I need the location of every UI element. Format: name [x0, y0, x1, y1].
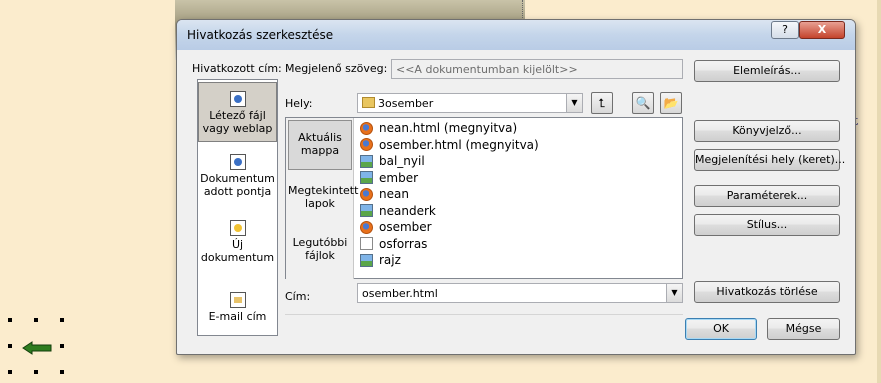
list-item[interactable]: osember: [360, 219, 680, 236]
look-in-combo[interactable]: 3osember ▼: [357, 93, 583, 113]
target-frame-button[interactable]: Megjelenítési hely (keret)...: [694, 149, 845, 171]
remove-link-button[interactable]: Hivatkozás törlése: [694, 281, 840, 303]
image-file-icon: [360, 204, 373, 218]
display-text-label: Megjelenő szöveg:: [285, 62, 388, 75]
browsed-pages-tab[interactable]: Megtekintett lapok: [288, 184, 358, 214]
list-item[interactable]: bal_nyil: [360, 153, 680, 170]
display-text-field[interactable]: <<A dokumentumban kijelölt>>: [391, 59, 683, 79]
link-type-place-in-document[interactable]: Dokumentum adott pontja: [198, 154, 277, 210]
list-item[interactable]: osember.html (megnyitva): [360, 137, 680, 154]
link-to-label: Hivatkozott cím:: [192, 62, 282, 75]
dialog-title: Hivatkozás szerkesztése: [187, 28, 334, 42]
firefox-file-icon: [360, 187, 373, 201]
new-document-icon: [229, 220, 246, 236]
link-type-label: Új dokumentum: [200, 238, 275, 264]
link-type-label: E-mail cím: [208, 310, 267, 323]
image-file-icon: [360, 253, 373, 267]
style-button[interactable]: Stílus...: [694, 214, 840, 236]
email-icon: [229, 292, 246, 308]
bookmark-button[interactable]: Könyvjelző...: [694, 120, 840, 142]
folder-icon: [362, 97, 375, 108]
current-folder-tab[interactable]: Aktuális mappa: [288, 120, 352, 170]
link-type-new-document[interactable]: Új dokumentum: [198, 220, 277, 276]
document-file-icon: [360, 237, 373, 251]
window-edge: [877, 0, 881, 383]
chevron-down-icon[interactable]: ▼: [566, 94, 582, 112]
ok-button[interactable]: OK: [685, 318, 757, 340]
firefox-file-icon: [360, 138, 373, 152]
parameters-button[interactable]: Paraméterek...: [694, 185, 840, 207]
screentip-button[interactable]: Elemleírás...: [694, 60, 840, 82]
document-place-icon: [229, 154, 246, 170]
link-type-bar: Létező fájl vagy weblap Dokumentum adott…: [197, 79, 278, 336]
look-in-label: Hely:: [285, 97, 313, 110]
firefox-file-icon: [360, 121, 373, 135]
browse-web-button[interactable]: 🔍: [632, 92, 654, 114]
chevron-down-icon[interactable]: ▼: [666, 284, 682, 302]
recent-files-tab[interactable]: Legutóbbi fájlok: [288, 236, 352, 266]
close-button[interactable]: X: [799, 21, 845, 39]
up-one-folder-button[interactable]: ⮤: [591, 92, 613, 114]
file-list: nean.html (megnyitva) osember.html (megn…: [360, 120, 680, 269]
dialog-titlebar: Hivatkozás szerkesztése ? X: [177, 20, 855, 50]
link-type-label: Létező fájl vagy weblap: [202, 109, 273, 135]
cancel-button[interactable]: Mégse: [767, 318, 840, 340]
address-field[interactable]: osember.html ▼: [357, 283, 683, 303]
link-type-email[interactable]: E-mail cím: [198, 292, 277, 332]
browse-sidebar: Aktuális mappa Megtekintett lapok Legutó…: [286, 118, 358, 279]
help-button[interactable]: ?: [771, 21, 799, 39]
background-divider: [522, 0, 524, 20]
edit-hyperlink-dialog: Hivatkozás szerkesztése ? X Hivatkozott …: [176, 19, 856, 355]
list-item[interactable]: ember: [360, 170, 680, 187]
image-file-icon: [360, 154, 373, 168]
list-item[interactable]: nean.html (megnyitva): [360, 120, 680, 137]
firefox-file-icon: [360, 220, 373, 234]
file-browser: Aktuális mappa Megtekintett lapok Legutó…: [285, 117, 683, 279]
image-file-icon: [360, 171, 373, 185]
browse-file-button[interactable]: 📂: [660, 92, 682, 114]
link-type-existing-file[interactable]: Létező fájl vagy weblap: [198, 82, 277, 142]
divider: [285, 314, 683, 315]
address-label: Cím:: [285, 290, 311, 303]
left-arrow-icon: [22, 341, 52, 355]
list-item[interactable]: neanderk: [360, 203, 680, 220]
web-page-icon: [229, 91, 246, 107]
link-type-label: Dokumentum adott pontja: [200, 172, 275, 198]
list-item[interactable]: nean: [360, 186, 680, 203]
list-item[interactable]: rajz: [360, 252, 680, 269]
list-item[interactable]: osforras: [360, 236, 680, 253]
